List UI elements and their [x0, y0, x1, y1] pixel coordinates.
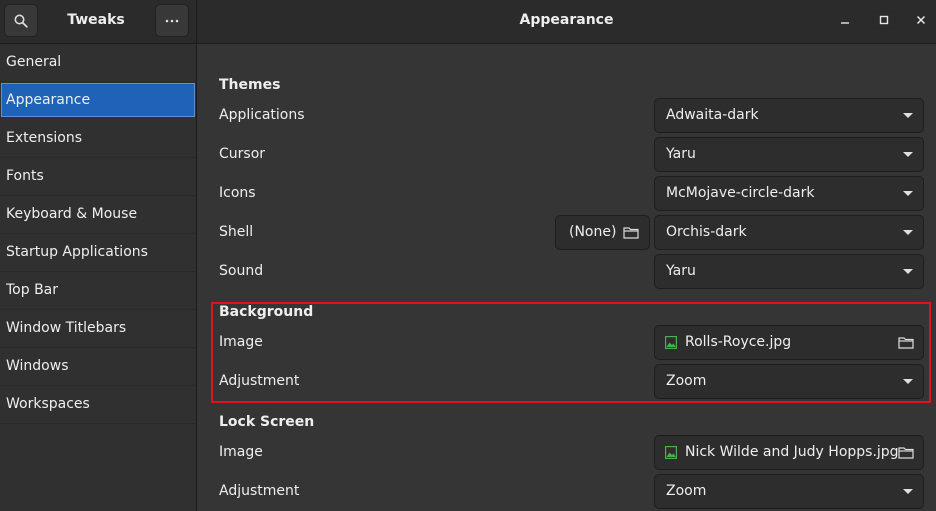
- shell-theme-value: Orchis-dark: [666, 224, 747, 240]
- icons-theme-value: McMojave-circle-dark: [666, 185, 815, 201]
- image-file-icon: [665, 336, 677, 349]
- lock-screen-image-value: Nick Wilde and Judy Hopps.jpg: [685, 444, 899, 460]
- background-image-chooser[interactable]: Rolls-Royce.jpg: [654, 325, 924, 360]
- folder-icon: [898, 447, 914, 459]
- close-button[interactable]: [913, 12, 929, 28]
- cursor-theme-value: Yaru: [666, 146, 696, 162]
- background-image-label: Image: [219, 334, 263, 350]
- lock-screen-adjustment-dropdown[interactable]: Zoom: [654, 474, 924, 509]
- icons-theme-dropdown[interactable]: McMojave-circle-dark: [654, 176, 924, 211]
- applications-theme-dropdown[interactable]: Adwaita-dark: [654, 98, 924, 133]
- shell-theme-dropdown[interactable]: Orchis-dark: [654, 215, 924, 250]
- lock-screen-adjustment-value: Zoom: [666, 483, 707, 499]
- sidebar-item-workspaces[interactable]: Workspaces: [0, 386, 196, 424]
- shell-label: Shell: [219, 224, 254, 240]
- chevron-down-icon: [903, 269, 913, 274]
- maximize-icon: [879, 15, 889, 25]
- lock-screen-image-label: Image: [219, 444, 263, 460]
- background-heading: Background: [219, 304, 314, 320]
- applications-label: Applications: [219, 107, 305, 123]
- search-icon: [14, 14, 28, 28]
- sidebar-item-windows[interactable]: Windows: [0, 348, 196, 386]
- menu-button[interactable]: [155, 4, 189, 37]
- lock-screen-adjustment-label: Adjustment: [219, 483, 300, 499]
- background-adjustment-value: Zoom: [666, 373, 707, 389]
- header-bar: Tweaks Appearance: [0, 0, 936, 44]
- sidebar-item-startup-applications[interactable]: Startup Applications: [0, 234, 196, 272]
- sidebar: General Appearance Extensions Fonts Keyb…: [0, 44, 197, 511]
- main-panel: Themes Applications Adwaita-dark Cursor …: [198, 44, 936, 511]
- minimize-icon: [841, 22, 849, 24]
- lock-screen-heading: Lock Screen: [219, 414, 315, 430]
- sidebar-item-window-titlebars[interactable]: Window Titlebars: [0, 310, 196, 348]
- maximize-button[interactable]: [876, 12, 892, 28]
- themes-heading: Themes: [219, 77, 281, 93]
- shell-file-chooser-button[interactable]: (None): [555, 215, 650, 250]
- sidebar-item-general[interactable]: General: [0, 44, 196, 82]
- icons-label: Icons: [219, 185, 256, 201]
- sidebar-header: Tweaks: [0, 0, 197, 44]
- sound-label: Sound: [219, 263, 264, 279]
- cursor-theme-dropdown[interactable]: Yaru: [654, 137, 924, 172]
- chevron-down-icon: [903, 379, 913, 384]
- shell-file-value: (None): [569, 224, 617, 240]
- chevron-down-icon: [903, 230, 913, 235]
- cursor-label: Cursor: [219, 146, 266, 162]
- sidebar-item-appearance[interactable]: Appearance: [1, 83, 195, 117]
- applications-theme-value: Adwaita-dark: [666, 107, 759, 123]
- sidebar-item-fonts[interactable]: Fonts: [0, 158, 196, 196]
- sidebar-item-top-bar[interactable]: Top Bar: [0, 272, 196, 310]
- folder-icon: [898, 337, 914, 349]
- close-icon: [916, 15, 926, 25]
- sidebar-item-extensions[interactable]: Extensions: [0, 120, 196, 158]
- app-title: Tweaks: [67, 12, 125, 28]
- chevron-down-icon: [903, 113, 913, 118]
- sound-theme-value: Yaru: [666, 263, 696, 279]
- background-adjustment-dropdown[interactable]: Zoom: [654, 364, 924, 399]
- sidebar-item-keyboard-mouse[interactable]: Keyboard & Mouse: [0, 196, 196, 234]
- image-file-icon: [665, 446, 677, 459]
- minimize-button[interactable]: [837, 12, 853, 28]
- chevron-down-icon: [903, 152, 913, 157]
- background-adjustment-label: Adjustment: [219, 373, 300, 389]
- search-button[interactable]: [4, 4, 38, 37]
- chevron-down-icon: [903, 489, 913, 494]
- chevron-down-icon: [903, 191, 913, 196]
- more-icon: [165, 19, 179, 22]
- lock-screen-image-chooser[interactable]: Nick Wilde and Judy Hopps.jpg: [654, 435, 924, 470]
- folder-icon: [623, 227, 639, 239]
- sound-theme-dropdown[interactable]: Yaru: [654, 254, 924, 289]
- page-title: Appearance: [519, 12, 614, 28]
- background-image-value: Rolls-Royce.jpg: [685, 334, 792, 350]
